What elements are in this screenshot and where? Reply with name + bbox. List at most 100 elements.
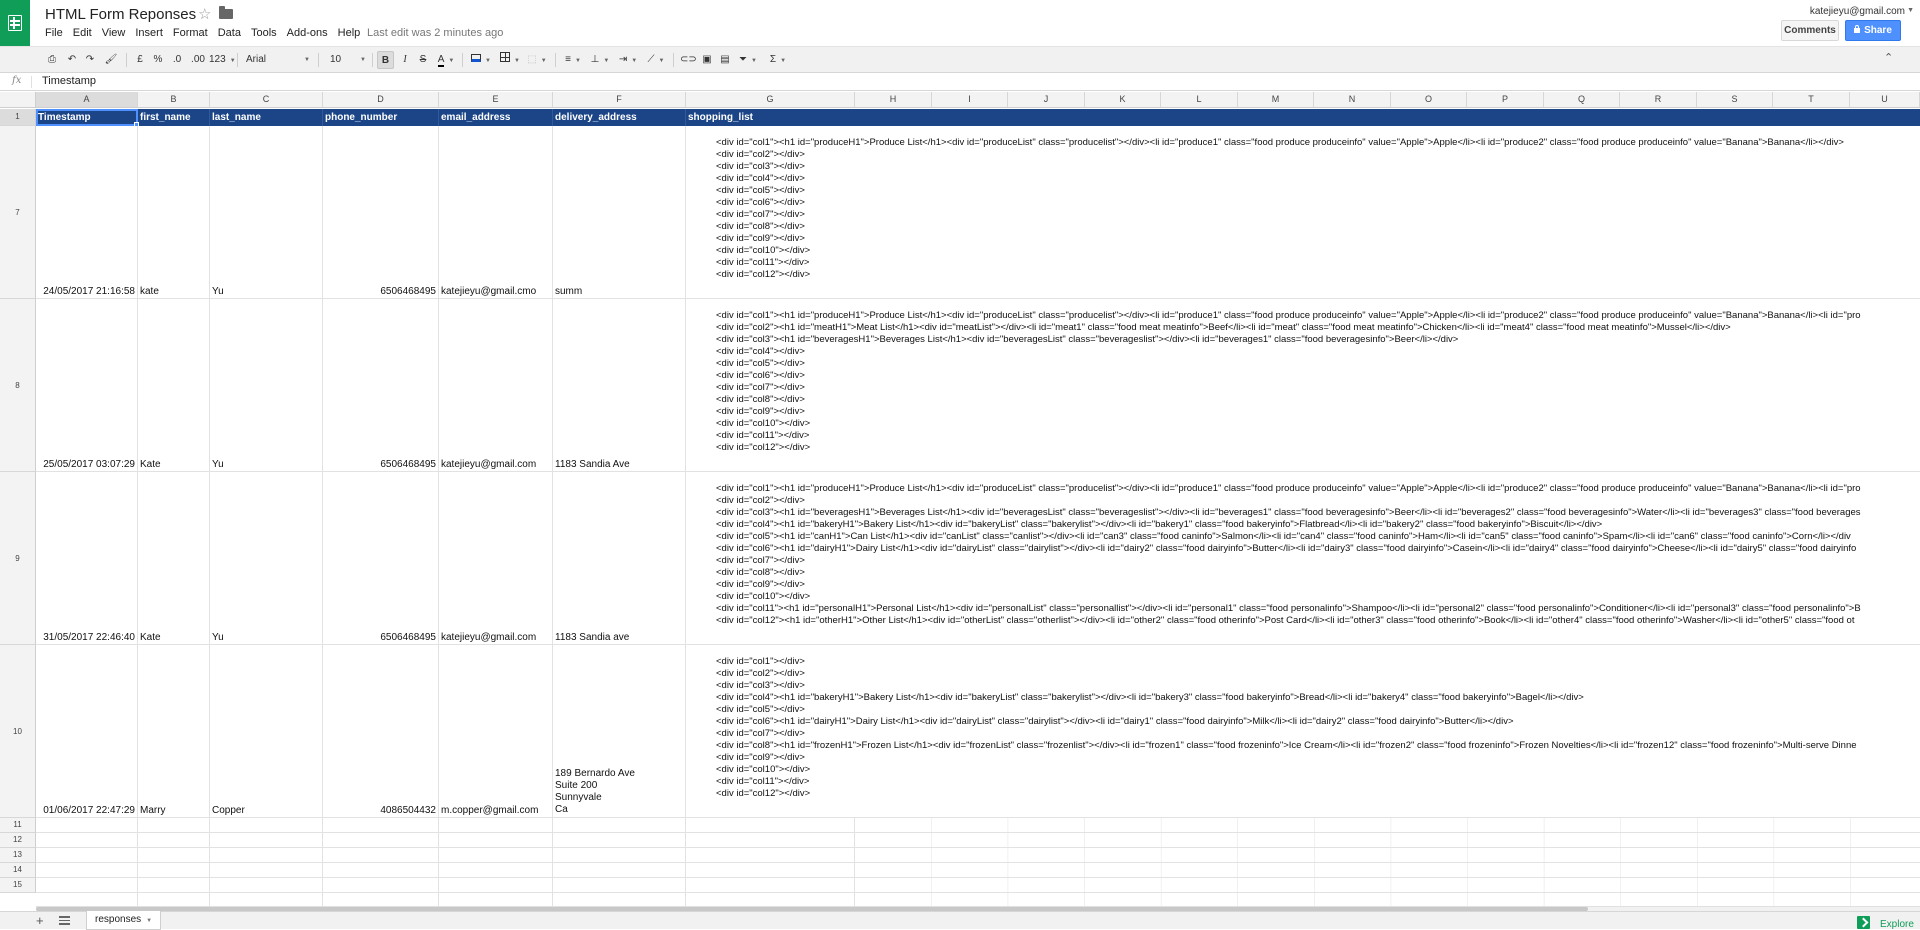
sheets-logo-icon[interactable] <box>0 0 30 46</box>
row-header-9[interactable]: 9 <box>0 472 36 645</box>
paint-format-icon[interactable]: 🖌 <box>104 51 118 69</box>
menu-insert[interactable]: Insert <box>135 27 168 39</box>
document-title[interactable]: HTML Form Reponses <box>45 6 196 23</box>
redo-icon[interactable]: ↷ <box>83 51 97 69</box>
account-email[interactable]: katejieyu@gmail.com <box>1810 6 1905 17</box>
cell-last-name[interactable]: Yu <box>210 472 323 645</box>
menu-tools[interactable]: Tools <box>251 27 282 39</box>
cell-timestamp[interactable]: 24/05/2017 21:16:58 <box>36 126 138 299</box>
header-cell-phone-number[interactable]: phone_number <box>323 109 439 126</box>
chevron-down-icon[interactable]: ▼ <box>1907 7 1914 14</box>
explore-button[interactable]: Explore <box>1857 914 1914 930</box>
column-header-m[interactable]: M <box>1238 92 1314 108</box>
bold-button[interactable]: B <box>377 51 394 69</box>
cell-last-name[interactable]: Yu <box>210 126 323 299</box>
row-header-8[interactable]: 8 <box>0 299 36 472</box>
column-header-d[interactable]: D <box>323 92 439 108</box>
column-header-e[interactable]: E <box>439 92 553 108</box>
all-sheets-menu-icon[interactable] <box>59 914 70 925</box>
column-header-o[interactable]: O <box>1391 92 1467 108</box>
cell-email-address[interactable]: katejieyu@gmail.com <box>439 472 553 645</box>
header-cell-email-address[interactable]: email_address <box>439 109 553 126</box>
column-header-j[interactable]: J <box>1008 92 1085 108</box>
cell-shopping-list[interactable]: <div id="col1"><h1 id="produceH1">Produc… <box>686 299 1920 472</box>
functions-button[interactable]: Σ ▼ <box>766 51 790 69</box>
share-button[interactable]: Share <box>1845 20 1901 41</box>
formula-input[interactable]: Timestamp <box>42 75 96 87</box>
column-header-h[interactable]: H <box>855 92 932 108</box>
header-cell-first-name[interactable]: first_name <box>138 109 210 126</box>
menu-addons[interactable]: Add-ons <box>287 27 333 39</box>
column-header-i[interactable]: I <box>932 92 1008 108</box>
folder-icon[interactable] <box>219 6 233 19</box>
row-header-12[interactable]: 12 <box>0 833 36 848</box>
cell-timestamp[interactable]: 31/05/2017 22:46:40 <box>36 472 138 645</box>
text-rotation-icon[interactable]: ⟋ ▼ <box>645 51 667 69</box>
row-header-13[interactable]: 13 <box>0 848 36 863</box>
fill-color-icon[interactable]: ▼ <box>469 51 493 69</box>
menu-edit[interactable]: Edit <box>73 27 97 39</box>
cell-shopping-list[interactable]: <div id="col1"><h1 id="produceH1">Produc… <box>686 472 1920 645</box>
column-header-b[interactable]: B <box>138 92 210 108</box>
column-header-s[interactable]: S <box>1697 92 1773 108</box>
header-cell-timestamp[interactable]: Timestamp <box>36 109 138 126</box>
print-icon[interactable]: ⎙ <box>45 51 59 69</box>
more-formats-button[interactable]: 123 ▼ <box>209 51 236 69</box>
insert-link-icon[interactable]: ⊂⊃ <box>680 51 697 69</box>
cell-first-name[interactable]: kate <box>138 126 210 299</box>
decrease-decimal-button[interactable]: .0 <box>170 51 184 69</box>
font-size-select[interactable]: 10 ▼ <box>330 51 366 69</box>
vertical-align-icon[interactable]: ⊥ ▼ <box>589 51 611 69</box>
row-header-15[interactable]: 15 <box>0 878 36 893</box>
column-header-t[interactable]: T <box>1773 92 1850 108</box>
strikethrough-button[interactable]: S <box>417 51 429 69</box>
cell-phone-number[interactable]: 6506468495 <box>323 126 439 299</box>
column-header-r[interactable]: R <box>1620 92 1697 108</box>
row-header-7[interactable]: 7 <box>0 126 36 299</box>
column-header-n[interactable]: N <box>1314 92 1391 108</box>
column-header-k[interactable]: K <box>1085 92 1161 108</box>
star-icon[interactable]: ☆ <box>198 5 211 23</box>
cell-delivery-address[interactable]: 1183 Sandia ave <box>553 472 686 645</box>
cell-phone-number[interactable]: 6506468495 <box>323 299 439 472</box>
cell-timestamp[interactable]: 25/05/2017 03:07:29 <box>36 299 138 472</box>
insert-chart-icon[interactable]: ▤ <box>718 51 732 69</box>
font-family-select[interactable]: Arial ▼ <box>246 51 310 69</box>
column-header-g[interactable]: G <box>686 92 855 108</box>
header-cell-shopping-list[interactable]: shopping_list <box>686 109 855 126</box>
cell-last-name[interactable]: Copper <box>210 645 323 818</box>
currency-format-button[interactable]: £ <box>134 51 146 69</box>
chevron-down-icon[interactable]: ▼ <box>146 918 152 924</box>
menu-help[interactable]: Help <box>338 27 366 39</box>
sheet-tab-responses[interactable]: responses ▼ <box>86 911 162 930</box>
horizontal-align-icon[interactable]: ≡ ▼ <box>562 51 584 69</box>
cell-timestamp[interactable]: 01/06/2017 22:47:29 <box>36 645 138 818</box>
increase-decimal-button[interactable]: .00 <box>189 51 207 69</box>
add-sheet-button[interactable]: + <box>36 913 44 928</box>
column-header-u[interactable]: U <box>1850 92 1920 108</box>
cell-first-name[interactable]: Kate <box>138 299 210 472</box>
cell-first-name[interactable]: Kate <box>138 472 210 645</box>
row-header-1[interactable]: 1 <box>0 109 36 126</box>
menu-data[interactable]: Data <box>218 27 246 39</box>
column-header-c[interactable]: C <box>210 92 323 108</box>
column-header-q[interactable]: Q <box>1544 92 1620 108</box>
column-header-f[interactable]: F <box>553 92 686 108</box>
percent-format-button[interactable]: % <box>152 51 164 69</box>
cell-shopping-list[interactable]: <div id="col1"><h1 id="produceH1">Produc… <box>686 126 1920 299</box>
borders-icon[interactable]: ▼ <box>498 51 522 69</box>
row-header-11[interactable]: 11 <box>0 818 36 833</box>
select-all-corner[interactable] <box>0 92 36 108</box>
undo-icon[interactable]: ↶ <box>65 51 79 69</box>
cell-delivery-address[interactable]: summ <box>553 126 686 299</box>
cell-email-address[interactable]: m.copper@gmail.com <box>439 645 553 818</box>
text-color-button[interactable]: A ▼ <box>436 51 456 69</box>
column-header-l[interactable]: L <box>1161 92 1238 108</box>
column-header-p[interactable]: P <box>1467 92 1544 108</box>
menu-file[interactable]: File <box>45 27 68 39</box>
cell-phone-number[interactable]: 4086504432 <box>323 645 439 818</box>
cell-delivery-address[interactable]: 189 Bernardo Ave Suite 200 Sunnyvale Ca <box>553 645 686 818</box>
header-cell-delivery-address[interactable]: delivery_address <box>553 109 686 126</box>
column-header-a[interactable]: A <box>36 92 138 108</box>
merge-cells-icon[interactable]: ⬚ ▼ <box>526 51 548 69</box>
